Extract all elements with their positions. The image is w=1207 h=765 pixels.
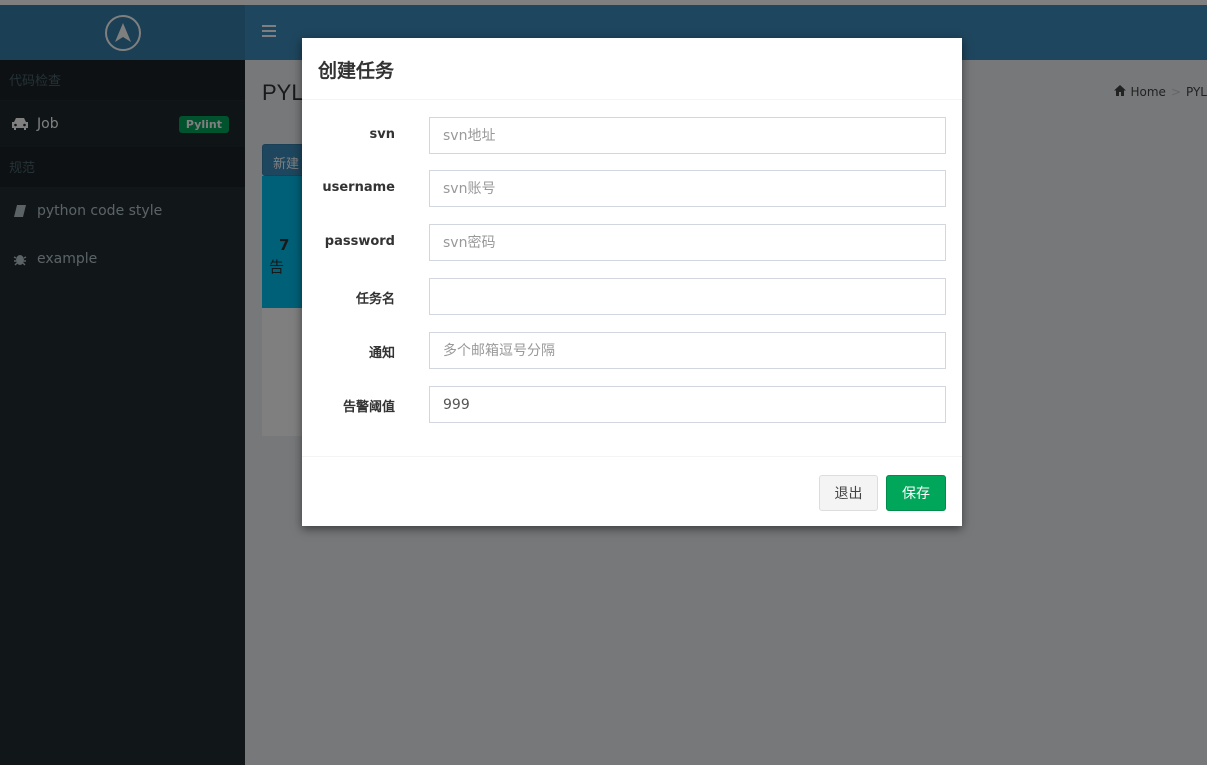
cancel-button[interactable]: 退出 — [819, 475, 878, 511]
task-name-label: 任务名 — [355, 292, 395, 307]
alert-threshold-label: 告警阈值 — [342, 400, 395, 415]
alert-threshold-input[interactable] — [429, 386, 946, 423]
form-row-alert-threshold: 告警阈值 — [302, 386, 962, 424]
password-input[interactable] — [429, 224, 946, 261]
save-button[interactable]: 保存 — [886, 475, 946, 511]
form-row-notify: 通知 — [302, 332, 962, 370]
svn-label: svn — [369, 127, 395, 142]
form-row-password: password — [302, 224, 962, 262]
modal-header: 创建任务 — [302, 38, 962, 100]
username-input[interactable] — [429, 170, 946, 207]
password-label: password — [324, 234, 395, 249]
form-row-task-name: 任务名 — [302, 278, 962, 316]
create-task-modal: 创建任务 svn username password 任务名 通知 告警阈值 退… — [302, 38, 962, 526]
notify-label: 通知 — [368, 346, 395, 361]
notify-email-input[interactable] — [429, 332, 946, 369]
modal-title: 创建任务 — [318, 60, 395, 82]
modal-footer: 退出 保存 — [302, 456, 962, 526]
form-row-username: username — [302, 170, 962, 208]
form-row-svn: svn — [302, 117, 962, 155]
task-name-input[interactable] — [429, 278, 946, 315]
svn-input[interactable] — [429, 117, 946, 154]
username-label: username — [322, 180, 395, 195]
